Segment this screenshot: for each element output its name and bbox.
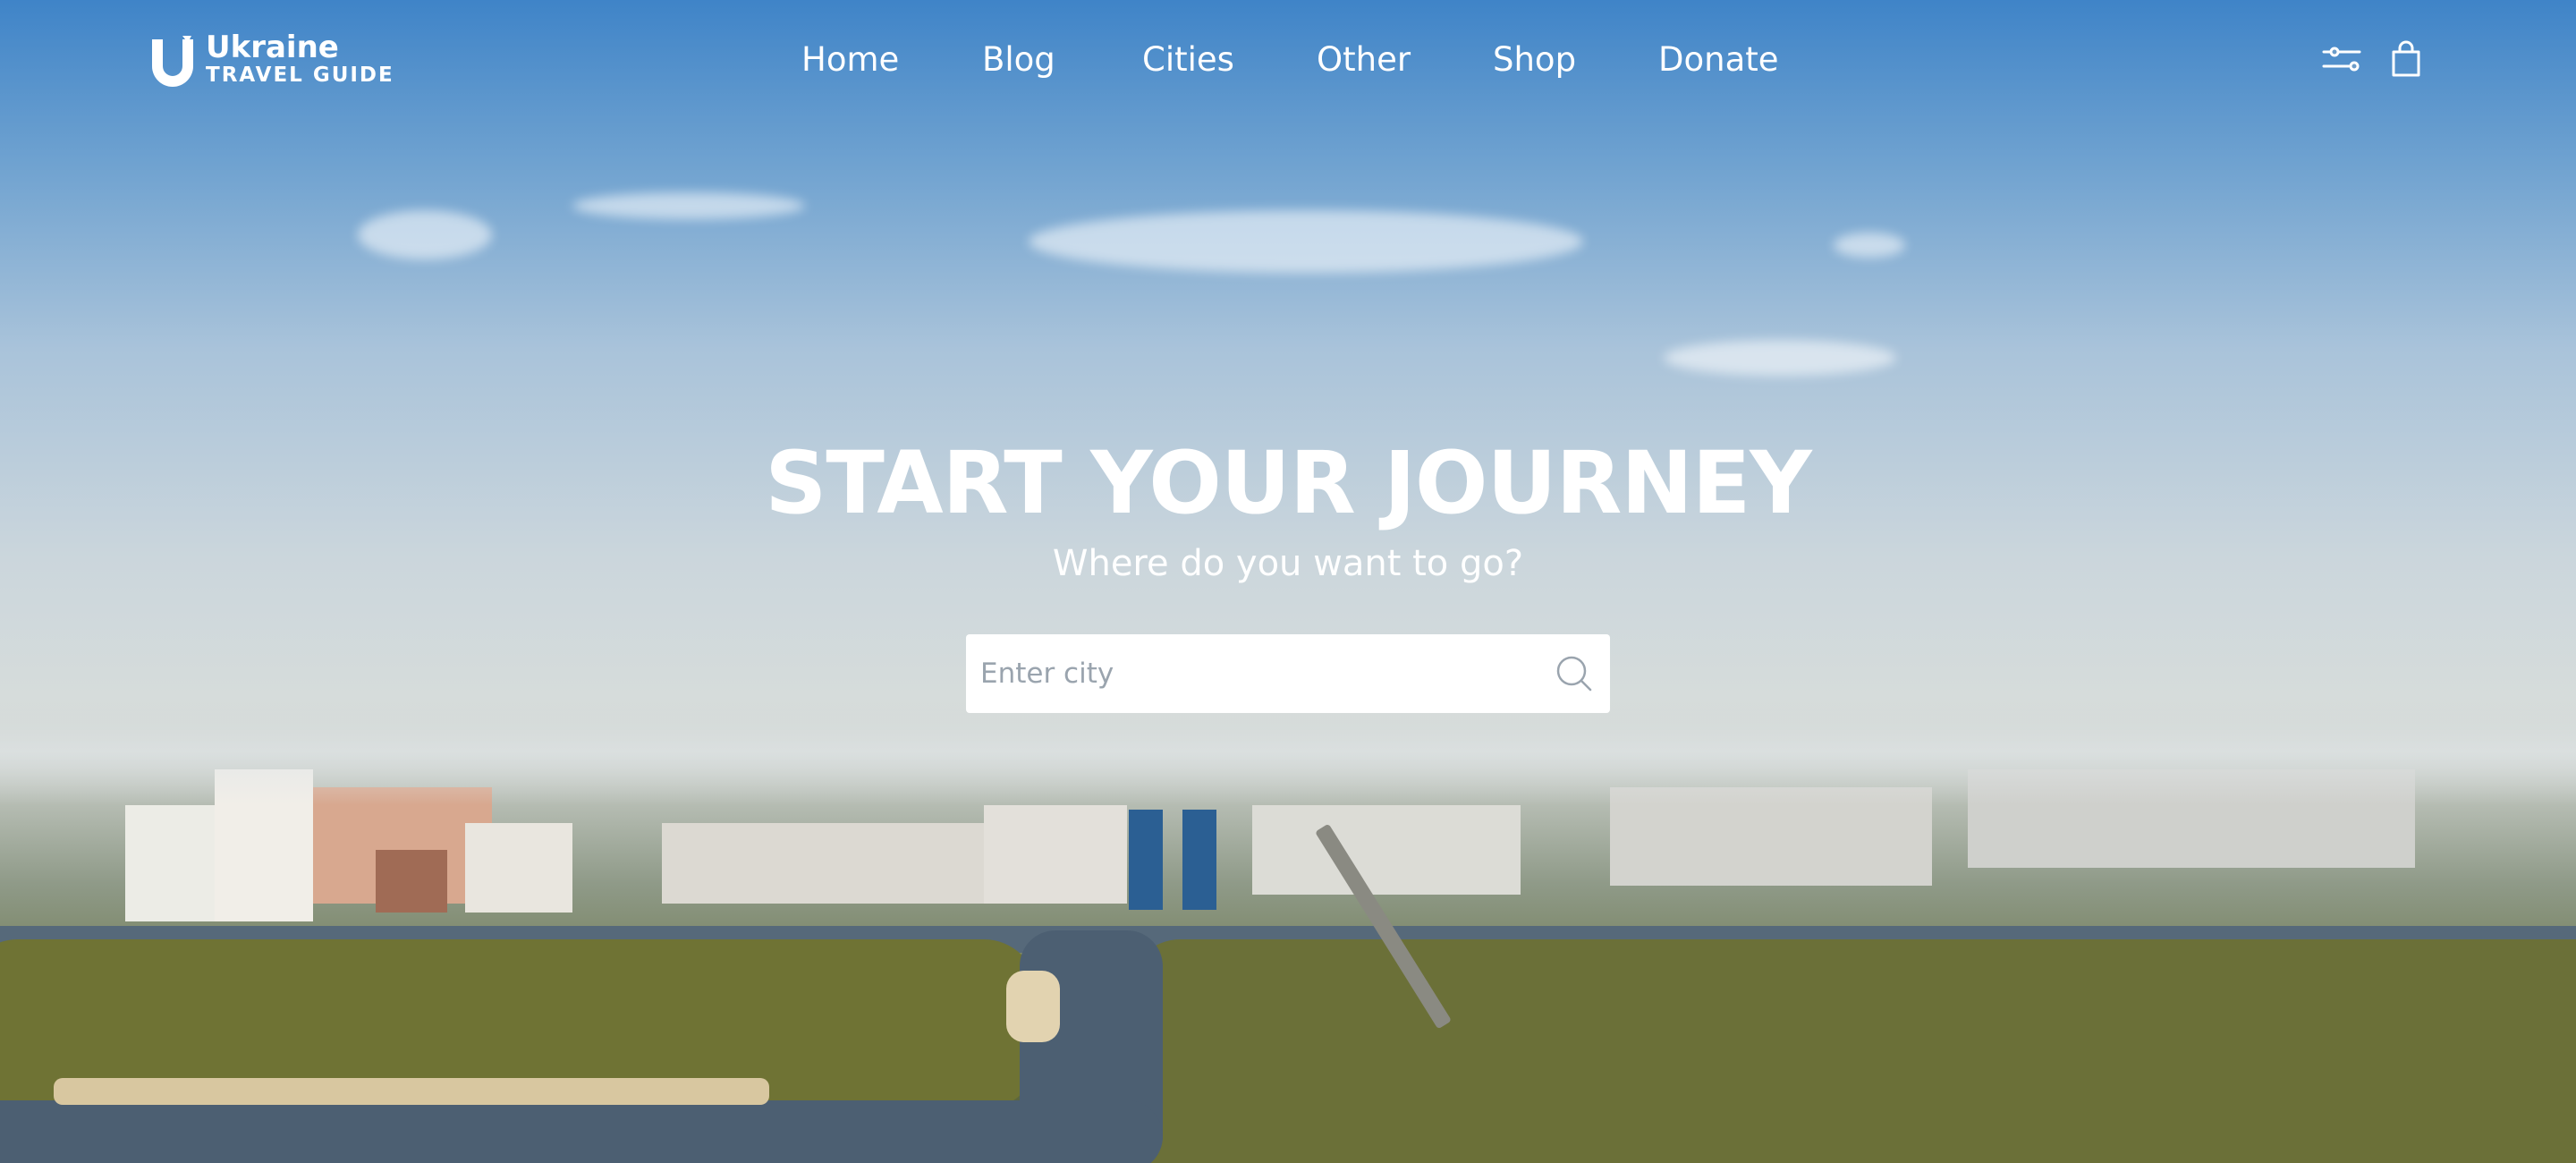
cloud xyxy=(1029,210,1583,273)
cloud xyxy=(1664,340,1896,376)
cloud xyxy=(572,192,805,219)
cloud xyxy=(358,210,492,259)
city-search-box xyxy=(966,634,1610,713)
city-search-input[interactable] xyxy=(980,634,1517,713)
site-header: Ukraine TRAVEL GUIDE Home Blog Cities Ot… xyxy=(0,0,2576,125)
nav-other[interactable]: Other xyxy=(1317,38,1411,82)
building xyxy=(465,823,572,913)
site-logo[interactable]: Ukraine TRAVEL GUIDE xyxy=(148,30,408,89)
building xyxy=(662,823,984,904)
beach xyxy=(54,1078,769,1105)
building xyxy=(376,850,447,913)
hero-subtitle: Where do you want to go? xyxy=(1052,543,1524,584)
nav-donate[interactable]: Donate xyxy=(1658,38,1779,82)
logo-u-icon xyxy=(152,36,193,87)
cloud xyxy=(1834,233,1905,258)
brand-title: Ukraine xyxy=(206,30,339,65)
brand-subtitle: TRAVEL GUIDE xyxy=(206,64,394,87)
building xyxy=(1252,805,1521,895)
horizon-haze xyxy=(0,698,2576,805)
nav-blog[interactable]: Blog xyxy=(982,38,1055,82)
nav-home[interactable]: Home xyxy=(801,38,899,82)
nav-shop[interactable]: Shop xyxy=(1493,38,1576,82)
twin-tower xyxy=(1129,810,1163,910)
twin-tower xyxy=(1182,810,1216,910)
river xyxy=(0,1100,1163,1163)
hero-title: START YOUR JOURNEY xyxy=(765,433,1812,533)
search-icon[interactable] xyxy=(1555,654,1594,693)
shopping-bag-icon[interactable] xyxy=(2386,39,2426,79)
filter-icon[interactable] xyxy=(2322,39,2361,79)
nav-cities[interactable]: Cities xyxy=(1142,38,1234,82)
forest xyxy=(1127,939,2576,1163)
beach xyxy=(1006,971,1060,1042)
building xyxy=(984,805,1127,904)
